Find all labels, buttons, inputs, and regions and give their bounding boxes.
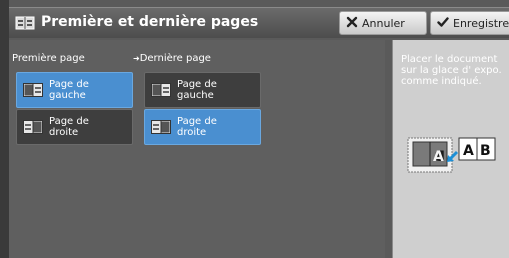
close-icon: [346, 16, 362, 31]
instruction-panel: Placer le document sur la glace d' expo.…: [392, 40, 509, 258]
last-page-right-option[interactable]: Page de droite: [144, 109, 261, 145]
last-page-label: ➜Dernière page: [133, 53, 211, 64]
first-page-label: Première page: [12, 53, 85, 64]
cancel-label: Annuler: [362, 16, 405, 30]
first-page-left-option[interactable]: Page de gauche: [16, 72, 133, 108]
save-button[interactable]: Enregistrer: [430, 11, 509, 35]
option-label: Page de: [49, 79, 89, 90]
left-page-icon: [151, 83, 171, 97]
page-title: Première et dernière pages: [41, 14, 259, 30]
svg-text:A: A: [463, 143, 474, 159]
left-page-icon: [23, 83, 43, 97]
instruction-text: Placer le document sur la glace d' expo.…: [401, 54, 502, 87]
svg-text:A: A: [433, 149, 444, 165]
option-label: droite: [177, 127, 207, 138]
option-label: Page de: [177, 79, 217, 90]
option-label: gauche: [177, 90, 214, 101]
checkmark-icon: [437, 16, 453, 31]
option-label: Page de: [49, 116, 89, 127]
page-selection-panel: Première page ➜Dernière page Page de gauc…: [9, 40, 385, 258]
right-page-icon: [151, 120, 171, 134]
last-page-left-option[interactable]: Page de gauche: [144, 72, 261, 108]
title-bar: Première et dernière pages Annuler Enreg…: [9, 7, 509, 38]
document-placement-illustration: B A A B: [407, 137, 496, 173]
arrow-right-icon: ➜: [133, 54, 140, 63]
option-label: Page de: [177, 116, 217, 127]
first-page-right-option[interactable]: Page de droite: [16, 109, 133, 145]
cancel-button[interactable]: Annuler: [339, 11, 427, 35]
option-label: droite: [49, 127, 79, 138]
save-label: Enregistrer: [453, 16, 509, 30]
book-pages-icon: [15, 15, 35, 35]
option-label: gauche: [49, 90, 86, 101]
svg-text:B: B: [480, 143, 491, 159]
right-page-icon: [23, 120, 43, 134]
